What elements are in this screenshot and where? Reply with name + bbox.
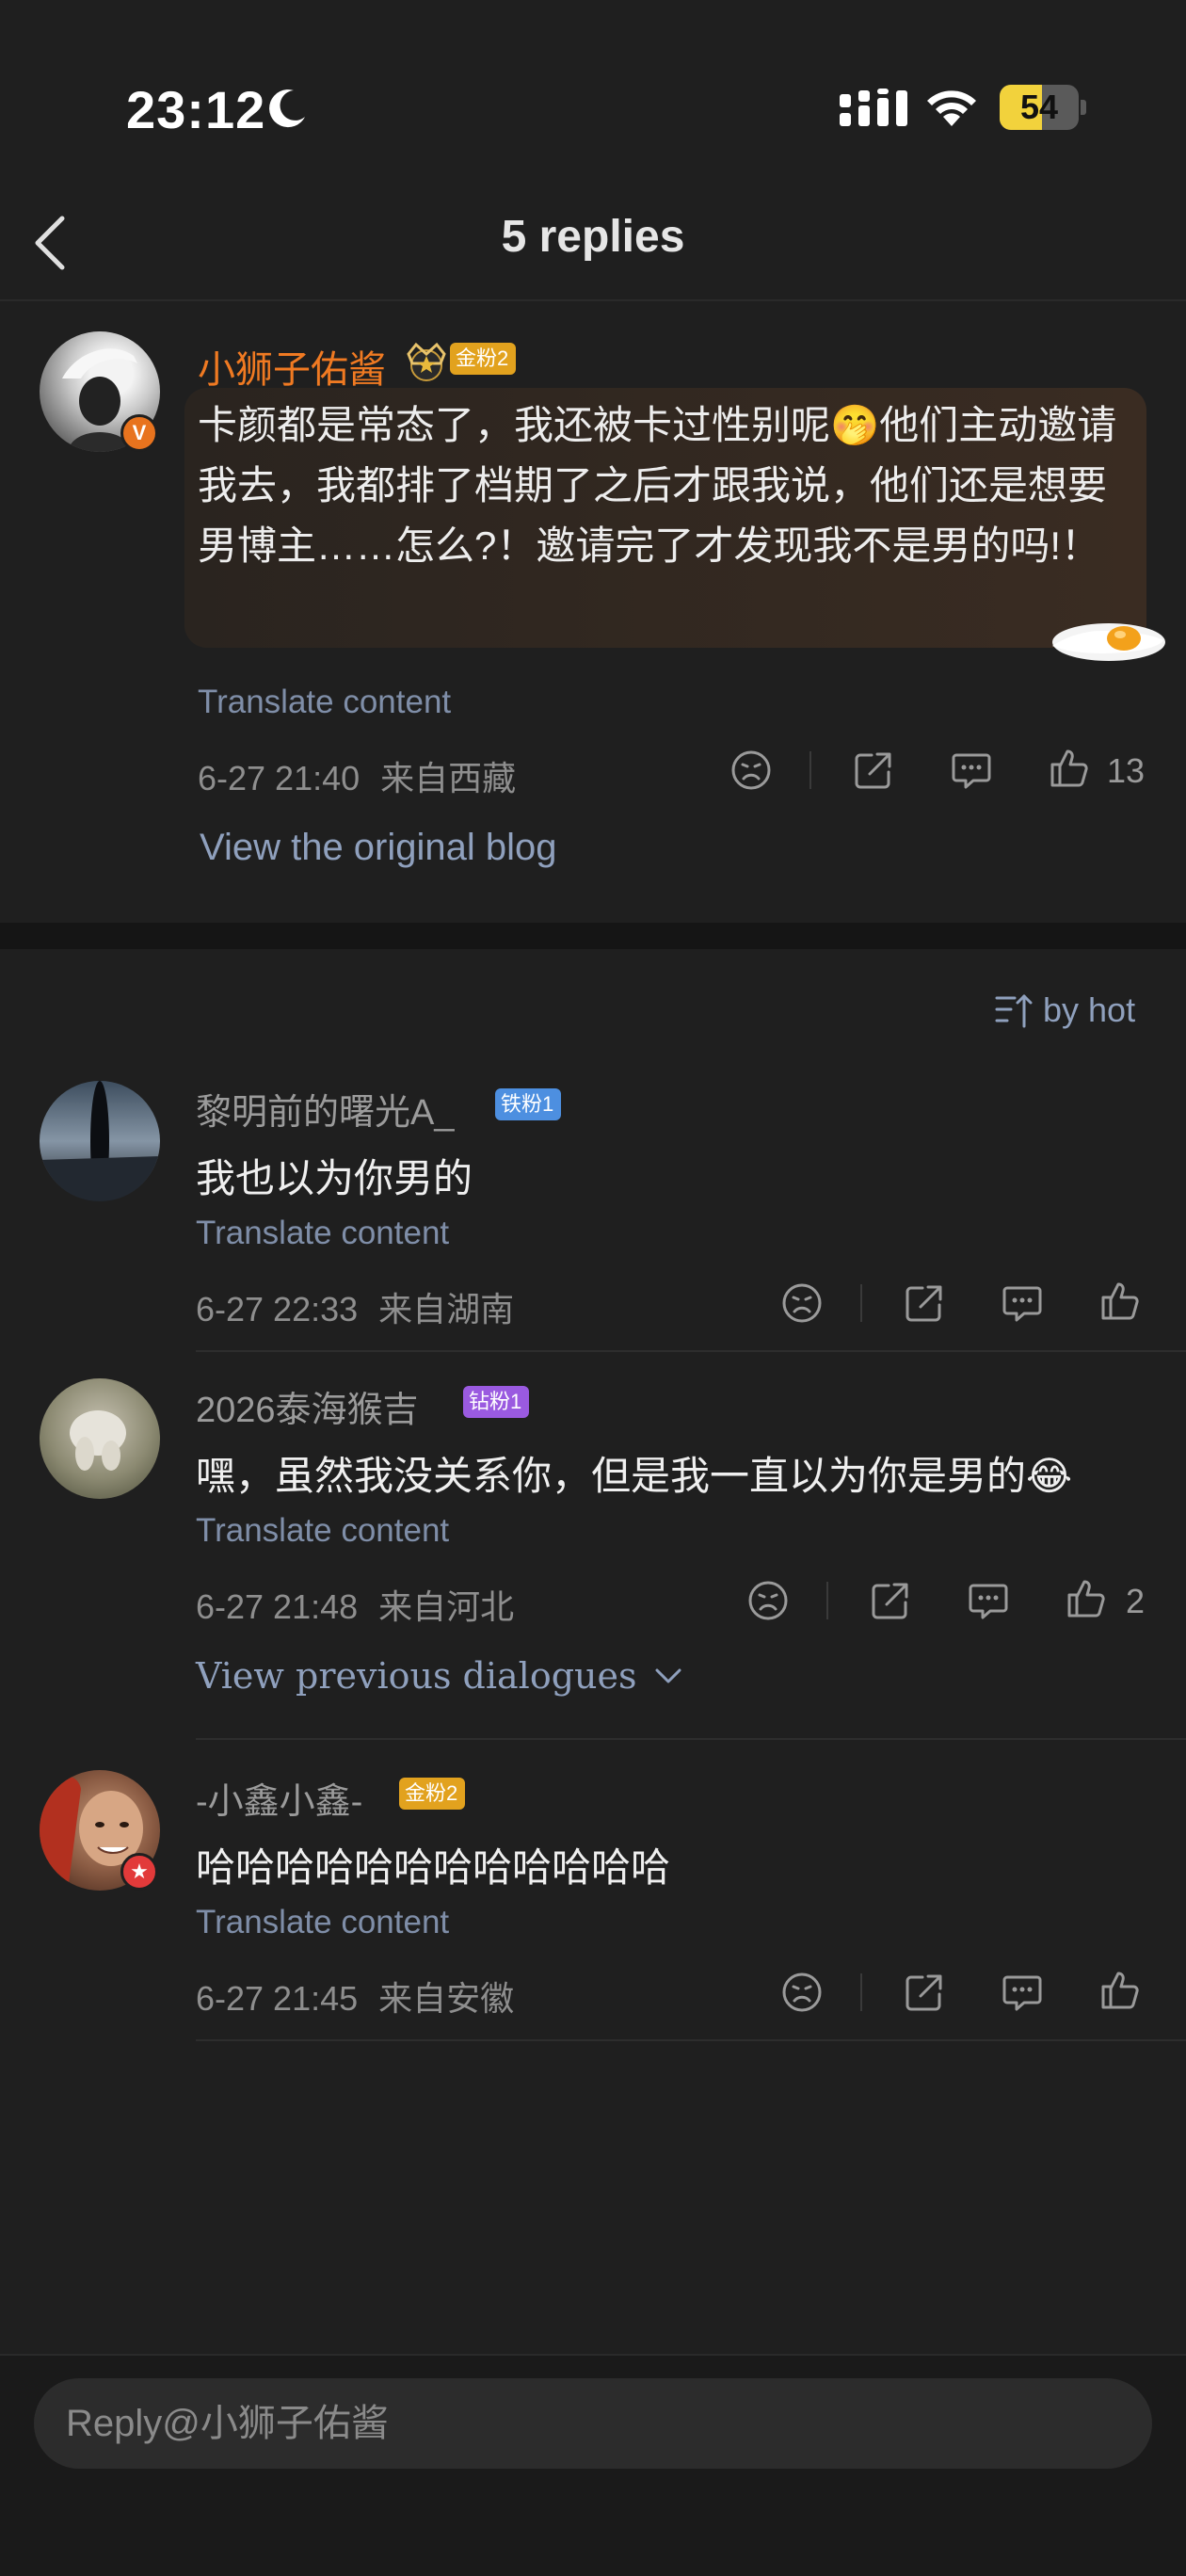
avatar-landscape-icon <box>40 1081 160 1201</box>
comment-icon[interactable] <box>1000 1280 1045 1326</box>
reply-meta: 6-27 21:48 来自河北 <box>196 1580 514 1629</box>
comment-meta: 6-27 21:40 来自西藏 <box>198 751 516 800</box>
dislike-face-icon[interactable] <box>779 1970 825 2015</box>
action-divider <box>809 751 811 789</box>
member-badge-icon: ★ <box>120 1853 158 1891</box>
translate-link[interactable]: Translate content <box>196 1215 449 1252</box>
battery-body: 54 <box>1000 85 1079 130</box>
action-divider <box>860 1973 862 2011</box>
reply-divider <box>196 1738 1186 1740</box>
fan-level-badge: 铁粉1 <box>495 1088 562 1120</box>
battery-percent: 54 <box>1019 88 1059 126</box>
reply-author-name[interactable]: 2026泰海猴吉 <box>196 1380 419 1432</box>
reply-meta: 6-27 21:45 来自安徽 <box>196 1972 514 2021</box>
moon-icon <box>269 89 305 128</box>
comment-icon[interactable] <box>949 748 994 793</box>
comment-icon[interactable] <box>1000 1970 1045 2015</box>
sort-label: by hot <box>1043 990 1136 1029</box>
action-divider <box>860 1284 862 1322</box>
avatar[interactable] <box>40 1378 160 1499</box>
avatar-animal-icon <box>70 1410 126 1471</box>
battery-indicator: 54 <box>1000 85 1086 130</box>
dislike-face-icon[interactable] <box>779 1280 825 1326</box>
reply-location: 来自湖南 <box>378 1290 515 1328</box>
comment-text: 卡颜都是常态了，我还被卡过性别呢🤭他们主动邀请我去，我都排了档期了之后才跟我说，… <box>198 403 1117 568</box>
wifi-icon <box>927 90 976 126</box>
share-icon[interactable] <box>868 1578 913 1623</box>
dislike-face-icon[interactable] <box>729 748 774 793</box>
reply-item: 黎明前的曙光A_ 铁粉1 我也以为你男的 Translate content 6… <box>0 1055 1186 1352</box>
fan-level-badge: 金粉2 <box>450 343 517 375</box>
fan-level-badge: 钻粉1 <box>463 1386 530 1418</box>
reply-author-name[interactable]: -小鑫小鑫- <box>196 1772 362 1824</box>
reply-input[interactable] <box>34 2378 1152 2469</box>
view-previous-label: View previous dialogues <box>196 1655 637 1697</box>
status-time: 23:12 <box>126 80 266 139</box>
page-title: 5 replies <box>501 212 685 262</box>
reply-author-name[interactable]: 黎明前的曙光A_ <box>196 1083 454 1135</box>
like-count: 13 <box>1107 751 1146 790</box>
comment-time: 6-27 21:40 <box>198 759 361 797</box>
dislike-face-icon[interactable] <box>745 1578 791 1623</box>
like-thumb-icon[interactable] <box>1098 1968 1143 2013</box>
fan-level-badge: 金粉2 <box>399 1778 466 1810</box>
main-comment: V 小狮子佑酱 金粉2 卡颜都是常态了，我还被卡过性别呢🤭他们主动邀请我去，我都… <box>0 303 1186 925</box>
reply-divider <box>196 2039 1186 2041</box>
status-bar: 23:12 54 <box>0 0 1186 188</box>
chevron-down-icon <box>655 1668 681 1683</box>
view-original-blog-link[interactable]: View the original blog <box>200 827 557 869</box>
reply-bar <box>0 2354 1186 2576</box>
nav-bar: 5 replies <box>0 188 1186 301</box>
reply-item: ★ -小鑫小鑫- 金粉2 哈哈哈哈哈哈哈哈哈哈哈哈 Translate cont… <box>0 1744 1186 2045</box>
reply-time: 6-27 21:48 <box>196 1587 359 1626</box>
battery-tip <box>1081 100 1086 115</box>
section-divider <box>0 923 1186 949</box>
reply-meta: 6-27 22:33 来自湖南 <box>196 1282 514 1331</box>
comment-author-name[interactable]: 小狮子佑酱 <box>198 339 386 394</box>
action-divider <box>826 1582 828 1619</box>
verified-badge-icon: V <box>120 414 158 452</box>
reply-text: 哈哈哈哈哈哈哈哈哈哈哈哈 <box>196 1845 671 1890</box>
like-count: 2 <box>1126 1582 1146 1620</box>
view-previous-dialogues-link[interactable]: View previous dialogues <box>196 1655 682 1697</box>
translate-link[interactable]: Translate content <box>196 1512 449 1550</box>
translate-link[interactable]: Translate content <box>196 1904 449 1941</box>
share-icon[interactable] <box>851 748 896 793</box>
reply-location: 来自安徽 <box>378 1979 515 2018</box>
like-thumb-icon[interactable] <box>1047 746 1092 791</box>
comment-icon[interactable] <box>966 1578 1011 1623</box>
reply-time: 6-27 21:45 <box>196 1979 359 2018</box>
reply-text: 我也以为你男的 <box>196 1156 473 1200</box>
cellular-signal-icon <box>840 89 907 126</box>
sort-button[interactable]: by hot <box>994 987 1135 1034</box>
avatar[interactable] <box>40 1081 160 1201</box>
fried-egg-icon <box>1052 623 1165 661</box>
reply-location: 来自河北 <box>378 1587 515 1626</box>
translate-link[interactable]: Translate content <box>198 684 451 721</box>
reply-divider <box>196 1350 1186 1352</box>
share-icon[interactable] <box>902 1970 947 2015</box>
like-thumb-icon[interactable] <box>1098 1279 1143 1324</box>
like-thumb-icon[interactable] <box>1064 1576 1109 1621</box>
reply-text: 嘿，虽然我没关系你，但是我一直以为你是男的😂 <box>196 1454 1073 1498</box>
reply-time: 6-27 22:33 <box>196 1290 359 1328</box>
share-icon[interactable] <box>902 1280 947 1326</box>
crown-icon <box>407 342 446 381</box>
sort-icon <box>995 994 1033 1028</box>
comment-location: 来自西藏 <box>380 759 517 797</box>
